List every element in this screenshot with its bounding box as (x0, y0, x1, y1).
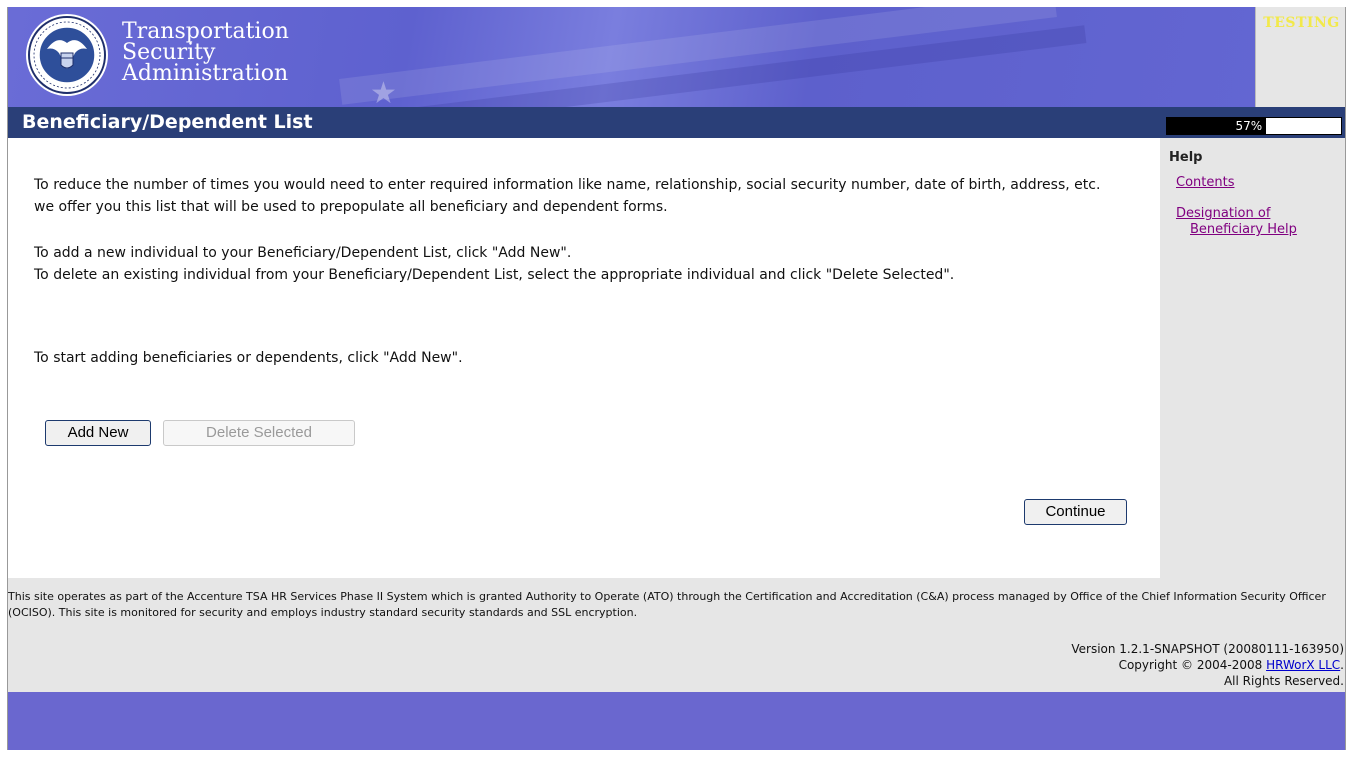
footer: This site operates as part of the Accent… (8, 578, 1345, 692)
copyright-text: Copyright © 2004-2008 HRWorX LLC. (1071, 657, 1344, 673)
delete-selected-button: Delete Selected (163, 420, 355, 446)
instructions: To add a new individual to your Benefici… (34, 242, 1114, 286)
main-content: To reduce the number of times you would … (8, 138, 1160, 578)
help-heading: Help (1169, 150, 1203, 165)
dhs-seal-icon (26, 14, 108, 96)
hrworx-link[interactable]: HRWorX LLC (1266, 658, 1340, 672)
help-link-contents[interactable]: Contents (1176, 175, 1234, 190)
add-new-button[interactable]: Add New (45, 420, 151, 446)
copyright-prefix: Copyright © 2004-2008 (1118, 658, 1267, 672)
progress-label: 57% (1235, 119, 1263, 133)
security-notice: This site operates as part of the Accent… (8, 590, 1326, 619)
version-text: Version 1.2.1-SNAPSHOT (20080111-163950) (1071, 642, 1344, 656)
help-link-line: Beneficiary Help (1190, 222, 1297, 237)
rights-text: All Rights Reserved. (1223, 674, 1344, 688)
page-title: Beneficiary/Dependent List (22, 111, 313, 133)
help-panel: Help Contents Designation of Beneficiary… (1160, 138, 1345, 578)
add-instruction: To add a new individual to your Benefici… (34, 245, 572, 261)
agency-wordmark: Transportation Security Administration (122, 19, 289, 86)
brand-line: Security (122, 40, 216, 65)
environment-badge: TESTING (1263, 15, 1340, 31)
progress-bar: 57% (1166, 117, 1342, 135)
start-instruction: To start adding beneficiaries or depende… (34, 350, 463, 366)
continue-button[interactable]: Continue (1024, 499, 1127, 525)
star-icon: ★ (370, 76, 397, 108)
brand-line: Transportation (122, 19, 289, 44)
environment-badge-box: TESTING (1255, 7, 1345, 107)
brand-line: Administration (122, 61, 289, 86)
copyright-suffix: . (1340, 658, 1344, 672)
page-title-bar: Beneficiary/Dependent List (8, 107, 1345, 138)
header-banner: ★ Transportation Security Administration… (8, 7, 1345, 108)
intro-text: To reduce the number of times you would … (34, 177, 1101, 215)
version-info: Version 1.2.1-SNAPSHOT (20080111-163950)… (1071, 641, 1344, 689)
delete-instruction: To delete an existing individual from yo… (34, 267, 955, 283)
help-link-designation-of-beneficiary[interactable]: Designation of Beneficiary Help (1176, 206, 1297, 238)
bottom-bar (8, 692, 1345, 750)
help-link-line: Designation of (1176, 206, 1271, 221)
page-frame: ★ Transportation Security Administration… (7, 7, 1346, 750)
